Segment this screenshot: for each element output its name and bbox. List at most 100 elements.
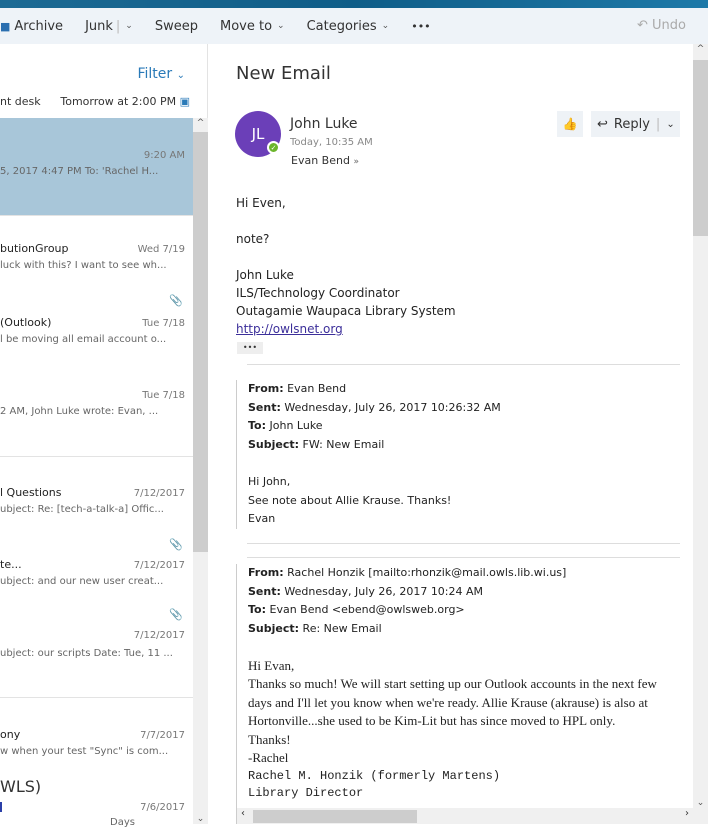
signature-link[interactable]: http://owlsnet.org — [236, 322, 343, 336]
list-scrollbar[interactable]: ^ ⌄ — [193, 118, 208, 824]
junk-button[interactable]: Junk | ⌄ — [85, 19, 133, 34]
list-item[interactable]: Tue 7/18 2 AM, John Luke wrote: Evan, ... — [0, 388, 193, 428]
expand-icon: » — [353, 157, 359, 167]
scroll-up-icon[interactable]: ^ — [193, 118, 208, 128]
list-item[interactable]: ony 7/7/2017 w when your test "Sync" is co… — [0, 728, 193, 768]
subject-value: Re: New Email — [302, 622, 382, 636]
more-button[interactable]: ••• — [411, 20, 430, 33]
like-button[interactable]: 👍 — [557, 111, 583, 137]
chevron-down-icon[interactable]: ⌄ — [666, 119, 674, 130]
item-preview: 2 AM, John Luke wrote: Evan, ... — [0, 406, 159, 417]
scroll-down-icon[interactable]: ⌄ — [693, 798, 708, 808]
scrollbar-thumb[interactable] — [693, 60, 708, 236]
scroll-left-icon[interactable]: ‹ — [241, 808, 245, 819]
filter-button[interactable]: Filter ⌄ — [137, 66, 185, 82]
undo-button[interactable]: ↶ Undo — [637, 18, 686, 33]
horizontal-scrollbar[interactable]: ‹ › — [237, 808, 693, 824]
sent-value: Wednesday, July 26, 2017 10:26:32 AM — [284, 400, 501, 414]
archive-button[interactable]: ■ Archive — [0, 19, 63, 34]
scroll-up-icon[interactable]: ^ — [693, 44, 708, 54]
item-date: Tue 7/18 — [142, 318, 185, 329]
reply-button[interactable]: ↩ Reply | ⌄ — [591, 111, 680, 137]
greeting: Hi Even, — [236, 196, 286, 210]
show-more-button[interactable]: ••• — [237, 342, 263, 354]
item-date: Wed 7/19 — [137, 244, 185, 255]
to-label: To: — [248, 603, 266, 617]
item-from: butionGroup — [0, 242, 69, 255]
subject-label: Subject: — [248, 438, 300, 452]
toolbar: ■ Archive Junk | ⌄ Sweep Move to ⌄ Categorie… — [0, 8, 708, 44]
quote-line: -Rachel — [248, 750, 289, 766]
quote-line: Hi John, — [248, 474, 291, 488]
quote-line: Thanks so much! We will start setting up… — [248, 676, 657, 729]
list-item[interactable]: 7/6/2017 Days — [0, 800, 193, 828]
from-label: From: — [248, 566, 284, 579]
chevron-down-icon: ⌄ — [125, 21, 133, 31]
divider — [0, 697, 193, 698]
scrollbar-thumb[interactable] — [253, 810, 417, 823]
subject-label: Subject: — [248, 622, 300, 636]
quote-line: Rachel M. Honzik (formerly Martens) — [248, 768, 501, 783]
from-label: From: — [248, 382, 284, 395]
move-to-button[interactable]: Move to ⌄ — [220, 19, 285, 34]
list-item[interactable]: 📎 te... 7/12/2017 ubject: and our new user … — [0, 538, 193, 598]
top-banner — [0, 0, 708, 8]
item-from: (Outlook) — [0, 316, 52, 329]
divider — [247, 557, 680, 558]
quote-line: Hi Evan, — [248, 657, 295, 673]
recipient-name: Evan Bend — [291, 154, 350, 167]
categories-label: Categories — [306, 18, 377, 34]
item-date: 9:20 AM — [143, 150, 185, 161]
scrollbar-thumb[interactable] — [193, 132, 208, 552]
list-item[interactable]: 📎 (Outlook) Tue 7/18 l be moving all email … — [0, 294, 193, 354]
divider — [0, 215, 193, 216]
list-item[interactable]: 9:20 AM 5, 2017 4:47 PM To: 'Rachel H... — [0, 118, 193, 215]
junk-label: Junk — [85, 18, 113, 34]
item-date: Tue 7/18 — [142, 390, 185, 401]
reading-scrollbar[interactable]: ^ ⌄ — [693, 44, 708, 824]
categories-button[interactable]: Categories ⌄ — [307, 19, 390, 34]
archive-icon: ■ — [0, 19, 11, 33]
scroll-down-icon[interactable]: ⌄ — [193, 814, 208, 824]
item-preview: Days — [110, 817, 135, 828]
list-item[interactable]: 📎 7/12/2017 ubject: our scripts Date: Tue,… — [0, 608, 193, 668]
sent-label: Sent: — [248, 584, 281, 598]
attachment-icon: 📎 — [169, 608, 183, 621]
reading-pane: New Email JL ✓ John Luke Today, 10:35 AM… — [209, 44, 693, 824]
sent-label: Sent: — [248, 400, 281, 414]
unread-marker — [0, 802, 2, 812]
quote-line: See note about Allie Krause. Thanks! — [248, 493, 452, 507]
reply-icon: ↩ — [597, 116, 608, 132]
to-value: Evan Bend <ebend@owlsweb.org> — [269, 603, 465, 617]
undo-label: Undo — [652, 18, 686, 33]
from-value: Rachel Honzik [mailto:rhonzik@mail.owls.… — [287, 566, 567, 579]
item-date: 7/7/2017 — [140, 730, 185, 741]
avatar-initials: JL — [251, 125, 265, 143]
item-from: te... — [0, 558, 22, 571]
item-date: 7/12/2017 — [133, 630, 185, 641]
item-from: ony — [0, 728, 21, 741]
quote-line: Library Director — [248, 785, 364, 800]
pinned-from: nt desk — [0, 95, 41, 108]
scroll-right-icon[interactable]: › — [685, 808, 689, 819]
sweep-button[interactable]: Sweep — [155, 19, 198, 34]
subject-value: FW: New Email — [302, 438, 385, 452]
sender-name[interactable]: John Luke — [290, 116, 358, 132]
recipients[interactable]: Evan Bend » — [291, 154, 359, 167]
to-value: John Luke — [269, 419, 323, 433]
list-item[interactable]: l Questions 7/12/2017 ubject: Re: [tech-a-… — [0, 486, 193, 526]
item-preview: l be moving all email account o... — [0, 334, 167, 345]
attachment-icon: 📎 — [169, 538, 183, 551]
pinned-item[interactable]: nt desk Tomorrow at 2:00 PM ▣ — [0, 95, 190, 108]
from-value: Evan Bend — [287, 382, 347, 395]
divider — [247, 543, 680, 544]
to-label: To: — [248, 419, 266, 433]
list-item[interactable]: butionGroup Wed 7/19 luck with this? I wan… — [0, 242, 193, 282]
item-from: l Questions — [0, 486, 62, 499]
signature-name: John Luke — [236, 268, 294, 282]
item-date: 7/12/2017 — [133, 488, 185, 499]
sent-time: Today, 10:35 AM — [290, 137, 373, 148]
item-preview: ubject: Re: [tech-a-talk-a] Offic... — [0, 504, 164, 515]
divider — [0, 456, 193, 457]
email-subject: New Email — [236, 63, 331, 84]
